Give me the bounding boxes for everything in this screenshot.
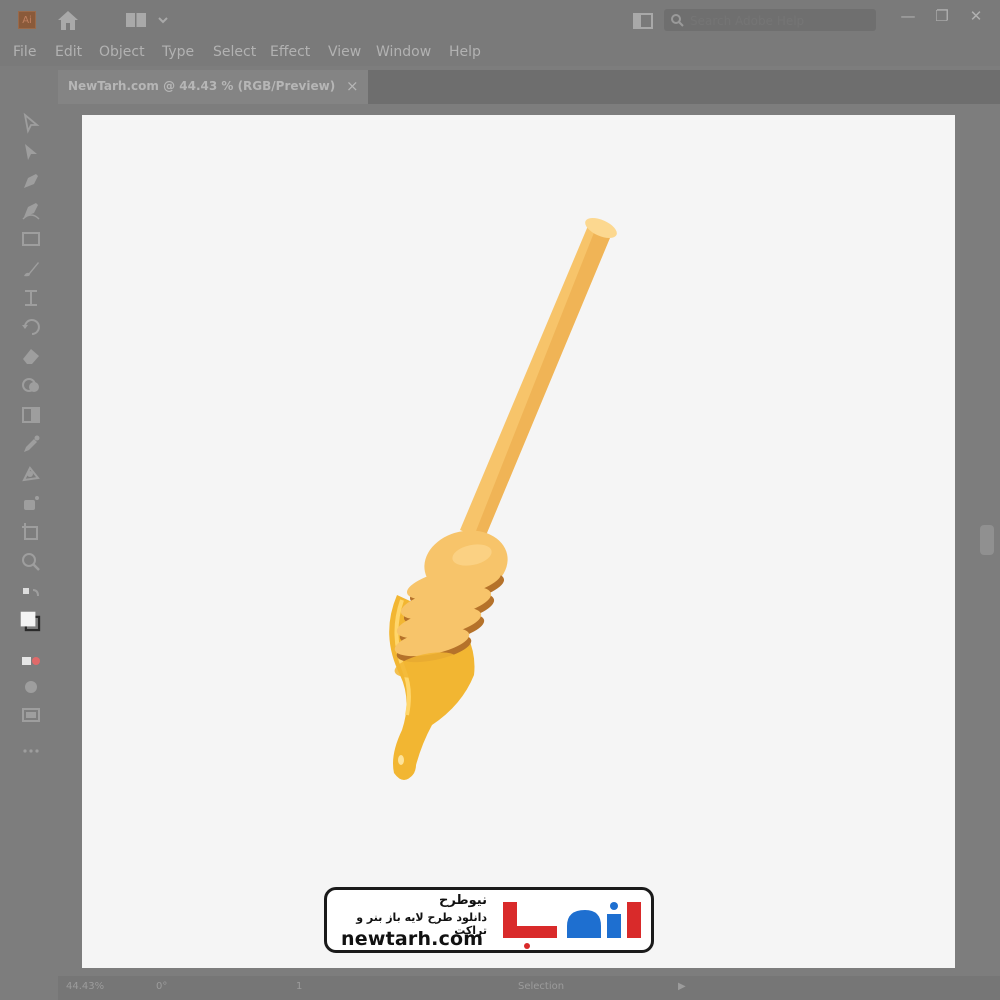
symbol-sprayer-tool-icon[interactable] (20, 492, 42, 514)
restore-button[interactable]: ❐ (932, 6, 952, 26)
document-tab-bar: NewTarh.com @ 44.43 % (RGB/Preview) × (58, 70, 1000, 104)
search-icon (671, 14, 684, 27)
menu-object[interactable]: Object (99, 44, 145, 60)
rectangle-tool-icon[interactable] (20, 228, 42, 250)
newtarh-watermark: نیوطرح دانلود طرح لایه باز بنر و تراکت n… (324, 887, 654, 953)
eraser-tool-icon[interactable] (20, 345, 42, 367)
selection-tool-icon[interactable] (20, 112, 42, 134)
fill-stroke-swatch[interactable] (20, 611, 50, 641)
honey-dipper-illustration (389, 217, 617, 780)
width-tool-icon[interactable] (20, 287, 42, 309)
tools-panel (8, 100, 52, 770)
play-icon[interactable]: ▶ (678, 981, 686, 992)
watermark-url: newtarh.com (341, 928, 484, 950)
status-bar: 44.43% 0° 1 Selection ▶ (58, 976, 1000, 1000)
draw-mode-icon[interactable] (20, 676, 42, 698)
current-tool-label: Selection (518, 981, 565, 992)
app-logo[interactable]: Ai (18, 11, 36, 29)
more-tools-icon[interactable] (20, 740, 42, 762)
close-window-button[interactable]: ✕ (966, 6, 986, 26)
document-tab-title: NewTarh.com @ 44.43 % (RGB/Preview) (68, 79, 336, 93)
color-mode-icon[interactable] (20, 650, 42, 672)
menu-bar: File Edit Object Type Select Effect View… (0, 40, 1000, 66)
curvature-tool-icon[interactable] (20, 199, 42, 221)
arrange-documents-icon[interactable] (632, 11, 654, 31)
menu-window[interactable]: Window (376, 44, 431, 60)
menu-type[interactable]: Type (162, 44, 194, 60)
dipper-head (394, 530, 508, 678)
home-icon[interactable] (55, 8, 81, 32)
help-search-field[interactable] (664, 9, 876, 31)
newtarh-logo (503, 902, 641, 949)
menu-view[interactable]: View (328, 44, 361, 60)
artboard-tool-icon[interactable] (20, 521, 42, 543)
menu-effect[interactable]: Effect (270, 44, 310, 60)
minimize-button[interactable]: — (898, 6, 918, 26)
paintbrush-tool-icon[interactable] (20, 258, 42, 280)
zoom-tool-icon[interactable] (20, 551, 42, 573)
swap-fill-stroke-icon[interactable] (20, 584, 42, 606)
rotate-tool-icon[interactable] (20, 316, 42, 338)
zoom-level[interactable]: 44.43% (66, 981, 104, 992)
close-tab-icon[interactable]: × (346, 77, 359, 95)
rotation-angle[interactable]: 0° (156, 981, 167, 992)
vertical-scrollbar[interactable] (980, 525, 994, 555)
gradient-tool-icon[interactable] (20, 404, 42, 426)
eyedropper-tool-icon[interactable] (20, 433, 42, 455)
wooden-stick (460, 217, 617, 540)
search-input[interactable] (688, 11, 872, 31)
menu-select[interactable]: Select (213, 44, 256, 60)
menu-edit[interactable]: Edit (55, 44, 82, 60)
screen-mode-icon[interactable] (20, 704, 42, 726)
application-bar: Ai — ❐ ✕ (0, 0, 1000, 40)
menu-file[interactable]: File (13, 44, 36, 60)
direct-selection-tool-icon[interactable] (20, 141, 42, 163)
blend-tool-icon[interactable] (20, 462, 42, 484)
pen-tool-icon[interactable] (20, 170, 42, 192)
shape-builder-tool-icon[interactable] (20, 374, 42, 396)
workspace-switcher-button[interactable] (124, 11, 172, 29)
watermark-name: نیوطرح (438, 893, 487, 908)
document-tab[interactable]: NewTarh.com @ 44.43 % (RGB/Preview) × (58, 70, 368, 104)
menu-help[interactable]: Help (449, 44, 481, 60)
artboard-navigator[interactable]: 1 (296, 981, 302, 992)
artboard-canvas[interactable] (82, 115, 955, 968)
